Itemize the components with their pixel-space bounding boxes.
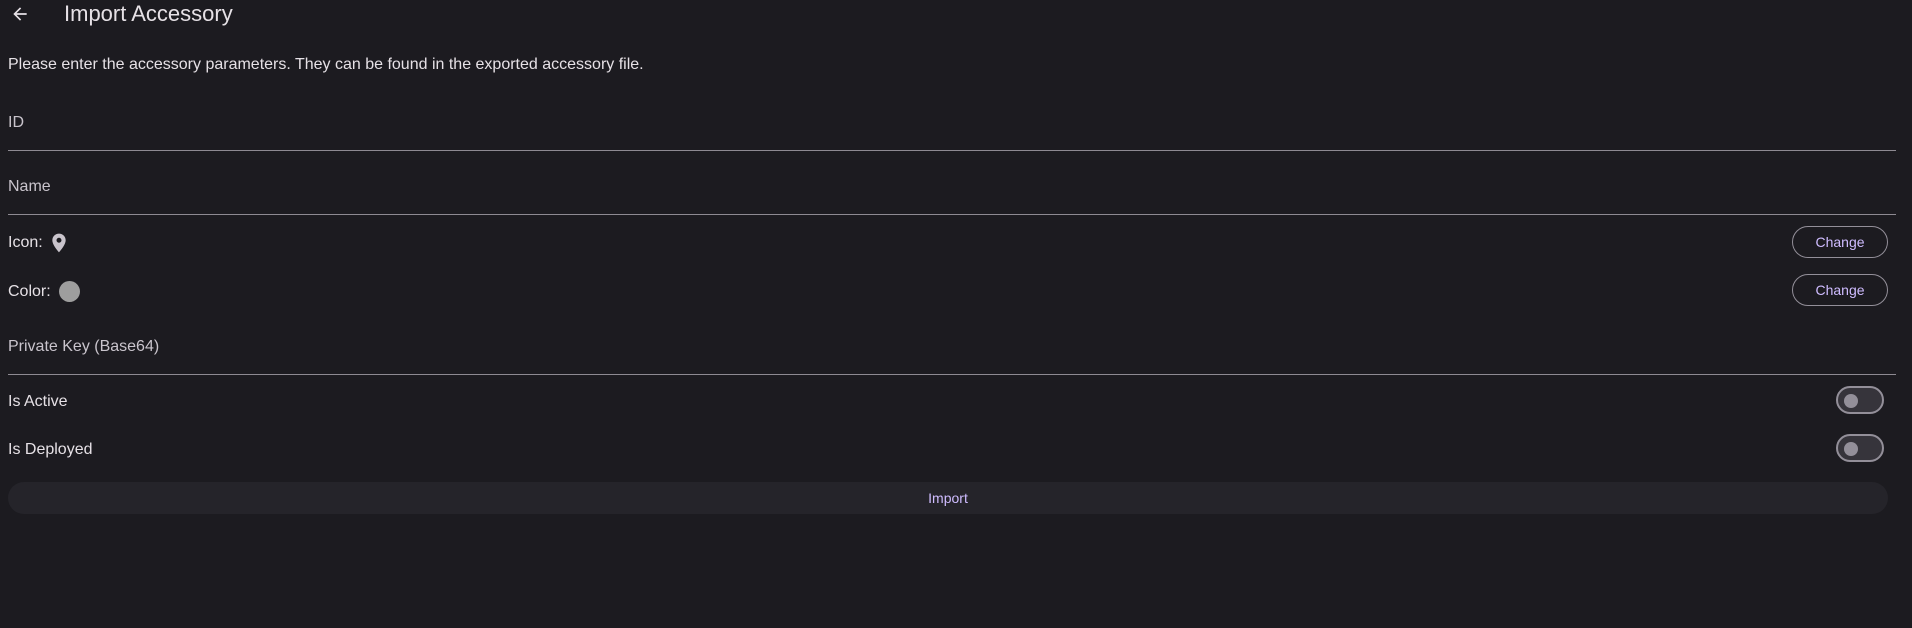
change-color-button[interactable]: Change bbox=[1792, 274, 1888, 306]
id-field[interactable]: ID bbox=[8, 96, 1896, 151]
change-icon-button[interactable]: Change bbox=[1792, 226, 1888, 258]
is-deployed-label: Is Deployed bbox=[8, 441, 93, 458]
switch-thumb bbox=[1844, 442, 1858, 456]
is-active-row: Is Active bbox=[8, 382, 1896, 422]
name-field[interactable]: Name bbox=[8, 160, 1896, 215]
arrow-back-icon bbox=[13, 7, 27, 21]
back-button[interactable] bbox=[2, 0, 38, 32]
private-key-field[interactable]: Private Key (Base64) bbox=[8, 320, 1896, 375]
is-active-switch[interactable] bbox=[1836, 386, 1884, 414]
page-title: Import Accessory bbox=[64, 1, 233, 26]
color-swatch bbox=[58, 281, 80, 302]
name-field-label: Name bbox=[8, 178, 51, 195]
location-pin-icon bbox=[52, 233, 66, 253]
intro-text: Please enter the accessory parameters. T… bbox=[8, 56, 644, 73]
private-key-field-label: Private Key (Base64) bbox=[8, 338, 160, 355]
icon-row-label: Icon: bbox=[8, 234, 43, 251]
is-deployed-row: Is Deployed bbox=[8, 430, 1896, 470]
import-button[interactable]: Import bbox=[8, 482, 1888, 514]
color-row-label: Color: bbox=[8, 282, 51, 300]
app-bar: Import Accessory bbox=[0, 0, 1912, 28]
is-deployed-switch[interactable] bbox=[1836, 434, 1884, 462]
import-accessory-page: Import Accessory Please enter the access… bbox=[0, 0, 1912, 628]
switch-thumb bbox=[1844, 394, 1858, 408]
color-row: Color: Change bbox=[8, 270, 1896, 310]
icon-row: Icon: Change bbox=[8, 222, 1896, 262]
id-field-label: ID bbox=[8, 114, 24, 131]
is-active-label: Is Active bbox=[8, 393, 68, 410]
